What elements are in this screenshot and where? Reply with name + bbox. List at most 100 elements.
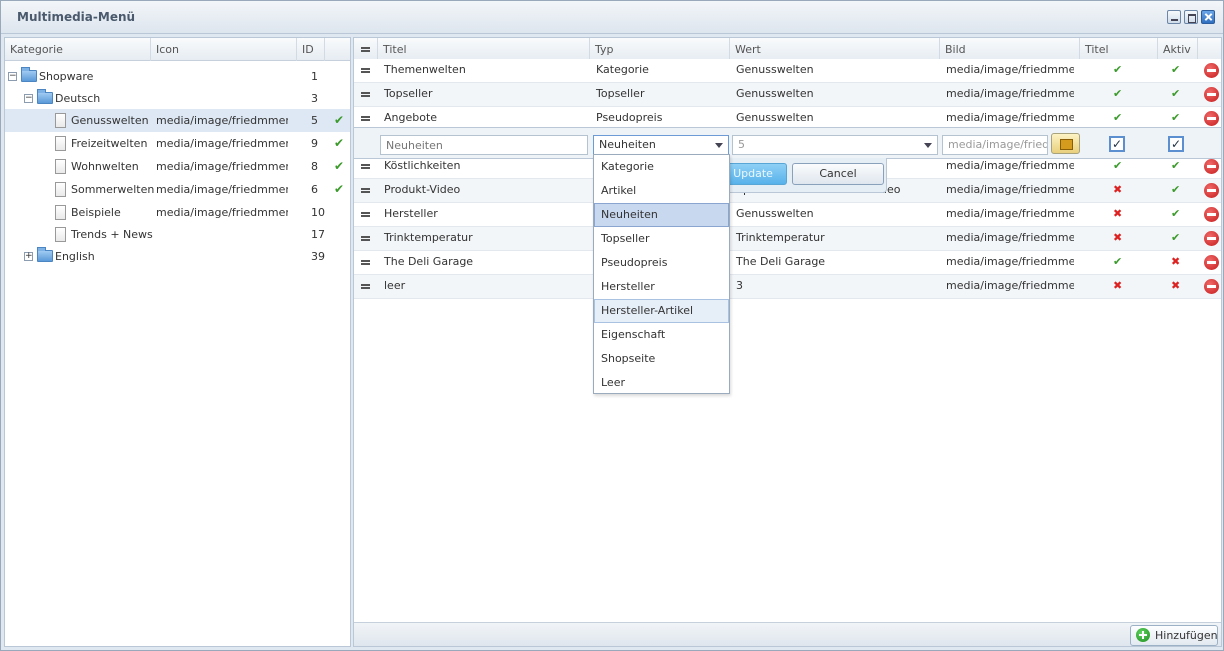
cell-bild: media/image/friedmmen...	[946, 87, 1074, 100]
tree-node-sommerwelten[interactable]: Sommerwelten media/image/friedmmenu... 6…	[5, 178, 350, 201]
tree-node-trends-news[interactable]: Trends + News 17	[5, 223, 350, 246]
maximize-icon[interactable]	[1184, 10, 1198, 24]
typ-option-artikel[interactable]: Artikel	[594, 179, 729, 203]
grid-footer-toolbar: Hinzufügen	[354, 622, 1221, 646]
typ-option-eigenschaft[interactable]: Eigenschaft	[594, 323, 729, 347]
typ-option-hersteller-artikel[interactable]: Hersteller-Artikel	[594, 299, 729, 323]
delete-icon[interactable]	[1204, 159, 1219, 174]
folder-open-icon	[37, 89, 53, 104]
tree-node-icon-path: media/image/friedmmenu...	[156, 206, 288, 219]
drag-handle-icon[interactable]	[361, 212, 370, 217]
close-icon[interactable]	[1201, 10, 1215, 24]
tree-node-id: 10	[311, 206, 325, 219]
leaf-page-icon	[55, 182, 66, 197]
image-picker-icon[interactable]	[1051, 133, 1080, 154]
expand-icon[interactable]: +	[24, 252, 33, 261]
collapse-icon[interactable]: −	[24, 94, 33, 103]
cell-wert: Trinktemperatur	[736, 231, 825, 244]
cancel-button[interactable]: Cancel	[792, 163, 884, 185]
drag-handle-icon[interactable]	[361, 236, 370, 241]
table-row[interactable]: leer 3 media/image/friedmmen... ✖ ✖	[354, 275, 1221, 299]
table-row[interactable]: Hersteller Genusswelten media/image/frie…	[354, 203, 1221, 227]
tree-node-freizeitwelten[interactable]: Freizeitwelten media/image/friedmmenu...…	[5, 132, 350, 155]
table-row[interactable]: Topseller Topseller Genusswelten media/i…	[354, 83, 1221, 107]
bild-input[interactable]: media/image/friedm	[942, 135, 1048, 155]
tree-node-genusswelten[interactable]: Genusswelten media/image/friedmmenu... 5…	[5, 109, 350, 132]
typ-option-topseller[interactable]: Topseller	[594, 227, 729, 251]
add-icon	[1136, 628, 1150, 642]
drag-handle-icon[interactable]	[361, 116, 370, 121]
table-row[interactable]: Themenwelten Kategorie Genusswelten medi…	[354, 59, 1221, 83]
tree-node-beispiele[interactable]: Beispiele media/image/friedmmenu... 10	[5, 201, 350, 224]
collapse-icon[interactable]: −	[8, 72, 17, 81]
drag-handle-icon[interactable]	[361, 260, 370, 265]
titel-verlinken-checkbox[interactable]: ✓	[1109, 136, 1125, 152]
cell-wert: Genusswelten	[736, 207, 814, 220]
typ-option-kategorie[interactable]: Kategorie	[594, 155, 729, 179]
titel-input[interactable]	[380, 135, 588, 155]
tree-node-id: 17	[311, 228, 325, 241]
grid-col-typ[interactable]: Typ	[590, 38, 730, 61]
tree-node-id: 9	[311, 137, 318, 150]
tree-node-deutsch[interactable]: − Deutsch 3	[5, 87, 350, 110]
typ-option-leer[interactable]: Leer	[594, 371, 729, 395]
tree-col-kategorie[interactable]: Kategorie	[5, 38, 151, 61]
delete-icon[interactable]	[1204, 279, 1219, 294]
typ-option-shopseite[interactable]: Shopseite	[594, 347, 729, 371]
chevron-down-icon[interactable]	[919, 136, 937, 154]
delete-icon[interactable]	[1204, 63, 1219, 78]
cell-bild: media/image/friedmmen...	[946, 207, 1074, 220]
drag-handle-icon[interactable]	[361, 284, 370, 289]
tree-node-label: English	[55, 250, 95, 263]
delete-icon[interactable]	[1204, 255, 1219, 270]
grid-col-titel[interactable]: Titel	[378, 38, 590, 61]
wert-combobox[interactable]: 5	[732, 135, 938, 155]
cell-titel: Hersteller	[384, 207, 438, 220]
delete-icon[interactable]	[1204, 183, 1219, 198]
chevron-down-icon[interactable]	[710, 136, 728, 154]
drag-handle-icon[interactable]	[361, 188, 370, 193]
typ-option-neuheiten[interactable]: Neuheiten	[594, 203, 729, 227]
tree-col-icon[interactable]: Icon	[151, 38, 297, 61]
tree-node-id: 39	[311, 250, 325, 263]
link-cross-icon: ✖	[1113, 183, 1123, 196]
grid-col-aktiv[interactable]: Aktiv	[1158, 38, 1198, 61]
cell-bild: media/image/friedmmen...	[946, 63, 1074, 76]
delete-icon[interactable]	[1204, 231, 1219, 246]
typ-option-pseudopreis[interactable]: Pseudopreis	[594, 251, 729, 275]
tree-node-icon-path: media/image/friedmmenu...	[156, 137, 288, 150]
active-cross-icon: ✖	[1171, 279, 1181, 292]
active-check-icon: ✔	[334, 182, 345, 196]
delete-icon[interactable]	[1204, 207, 1219, 222]
table-row[interactable]: The Deli Garage The Deli Garage media/im…	[354, 251, 1221, 275]
delete-icon[interactable]	[1204, 87, 1219, 102]
aktiv-checkbox[interactable]: ✓	[1168, 136, 1184, 152]
delete-icon[interactable]	[1204, 111, 1219, 126]
tree-node-wohnwelten[interactable]: Wohnwelten media/image/friedmmenu... 8 ✔	[5, 155, 350, 178]
window-titlebar[interactable]: Multimedia-Menü	[1, 1, 1223, 34]
drag-handle-icon[interactable]	[361, 92, 370, 97]
typ-option-hersteller[interactable]: Hersteller	[594, 275, 729, 299]
tree-node-english[interactable]: + English 39	[5, 245, 350, 268]
drag-handle-icon[interactable]	[361, 68, 370, 73]
tree-col-id[interactable]: ID	[297, 38, 325, 61]
tree-node-icon-path: media/image/friedmmenu...	[156, 114, 288, 127]
cell-wert: Genusswelten	[736, 87, 814, 100]
cell-titel: Topseller	[384, 87, 433, 100]
tree-node-icon-path: media/image/friedmmenu...	[156, 183, 288, 196]
tree-node-shopware[interactable]: − Shopware 1	[5, 65, 350, 88]
typ-combobox[interactable]: Neuheiten	[593, 135, 729, 155]
tree-node-id: 3	[311, 92, 318, 105]
typ-dropdown-list: Kategorie Artikel Neuheiten Topseller Ps…	[593, 154, 730, 394]
add-button[interactable]: Hinzufügen	[1130, 625, 1218, 646]
active-check-icon: ✔	[1171, 231, 1181, 244]
grid-col-wert[interactable]: Wert	[730, 38, 940, 61]
row-editor-buttons: Update Cancel	[716, 158, 887, 193]
grid-col-bild[interactable]: Bild	[940, 38, 1080, 61]
multimedia-menu-window: Multimedia-Menü Kategorie Icon ID − Shop…	[0, 0, 1224, 651]
table-row[interactable]: Trinktemperatur Trinktemperatur media/im…	[354, 227, 1221, 251]
drag-handle-icon[interactable]	[361, 164, 370, 169]
leaf-page-icon	[55, 227, 66, 242]
minimize-icon[interactable]	[1167, 10, 1181, 24]
grid-col-titel-verlinken[interactable]: Titel verlinken	[1080, 38, 1158, 79]
